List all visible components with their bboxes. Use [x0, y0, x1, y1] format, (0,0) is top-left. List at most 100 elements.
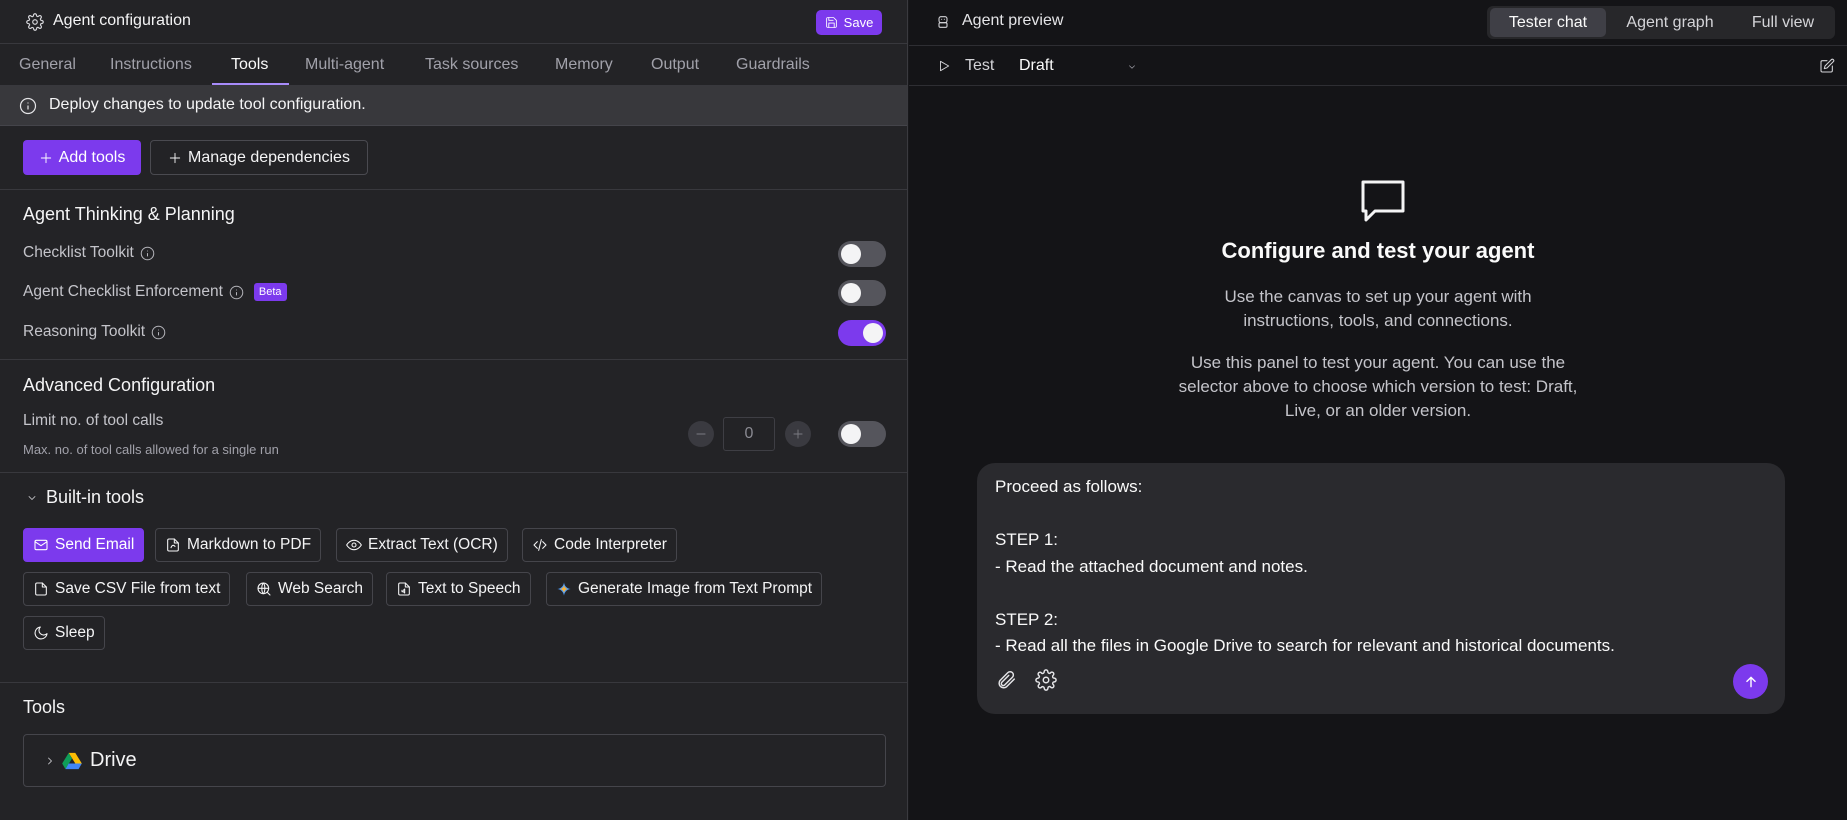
add-tools-button[interactable]: Add tools — [23, 140, 141, 175]
info-icon[interactable] — [229, 285, 244, 300]
tab-guardrails[interactable]: Guardrails — [736, 56, 810, 74]
toggle-knob — [841, 244, 861, 264]
builtin-tools-title: Built-in tools — [46, 487, 145, 507]
banner-text: Deploy changes to update tool configurat… — [49, 96, 366, 113]
reasoning-toolkit-label: Reasoning Toolkit — [23, 323, 146, 340]
code-icon — [532, 537, 548, 553]
tab-tools[interactable]: Tools — [231, 56, 268, 74]
tool-drive[interactable]: Drive — [23, 734, 886, 787]
tab-task-sources[interactable]: Task sources — [425, 56, 518, 74]
chip-label: Web Search — [278, 580, 364, 597]
chip-markdown-to-pdf[interactable]: Markdown to PDF — [155, 528, 322, 562]
divider — [0, 189, 907, 190]
send-button[interactable] — [1733, 664, 1768, 699]
sparkle-icon — [556, 581, 572, 597]
hero-paragraph-1: Use the canvas to set up your agent with… — [1224, 287, 1532, 330]
save-label: Save — [843, 15, 874, 30]
config-header: Agent configuration Save — [0, 0, 907, 44]
save-button[interactable]: Save — [816, 10, 882, 35]
save-icon — [825, 16, 838, 29]
file-pdf-icon — [165, 537, 181, 553]
toggle-knob — [841, 424, 861, 444]
chip-send-email[interactable]: Send Email — [23, 528, 145, 562]
page-title: Agent configuration — [53, 12, 191, 29]
chevron-down-icon — [26, 492, 38, 504]
checklist-enforcement-toggle[interactable] — [838, 280, 886, 306]
tab-general[interactable]: General — [19, 56, 76, 74]
edit-icon[interactable] — [1819, 58, 1835, 74]
chip-label: Send Email — [55, 536, 135, 553]
tool-calls-limit-input[interactable]: 0 — [723, 417, 775, 451]
limit-tool-calls-description: Max. no. of tool calls allowed for a sin… — [23, 442, 279, 457]
chip-label: Code Interpreter — [554, 536, 667, 553]
tools-section-title: Tools — [23, 697, 66, 717]
paperclip-icon[interactable] — [995, 669, 1017, 691]
tab-multi-agent[interactable]: Multi-agent — [305, 56, 384, 74]
view-full-view[interactable]: Full view — [1734, 6, 1832, 39]
tab-output[interactable]: Output — [651, 56, 699, 74]
moon-icon — [33, 625, 49, 641]
google-drive-icon — [62, 752, 82, 770]
chip-label: Text to Speech — [418, 580, 521, 597]
preview-title: Agent preview — [962, 12, 1064, 29]
toggle-knob — [841, 283, 861, 303]
chip-label: Generate Image from Text Prompt — [578, 580, 813, 597]
reasoning-toolkit-row: Reasoning Toolkit — [23, 323, 166, 341]
message-input[interactable]: Proceed as follows: STEP 1: - Read the a… — [995, 474, 1775, 660]
manage-dependencies-button[interactable]: Manage dependencies — [150, 140, 368, 175]
arrow-up-icon — [1744, 675, 1758, 689]
chip-label: Sleep — [55, 624, 95, 641]
chip-code-interpreter[interactable]: Code Interpreter — [522, 528, 677, 562]
add-tools-label: Add tools — [58, 148, 126, 166]
increment-button[interactable] — [785, 421, 811, 447]
play-icon[interactable] — [937, 59, 951, 73]
tab-instructions[interactable]: Instructions — [110, 56, 192, 74]
toggle-knob — [863, 323, 883, 343]
tab-memory[interactable]: Memory — [555, 56, 613, 74]
checklist-toolkit-toggle[interactable] — [838, 241, 886, 267]
chat-bubble-icon — [1359, 178, 1407, 224]
chip-label: Markdown to PDF — [187, 536, 312, 553]
info-icon — [19, 97, 37, 115]
checklist-enforcement-row: Agent Checklist Enforcement Beta — [23, 283, 287, 301]
deploy-banner: Deploy changes to update tool configurat… — [0, 86, 907, 126]
reasoning-toolkit-toggle[interactable] — [838, 320, 886, 346]
agent-configuration-panel: Agent configuration Save General Instruc… — [0, 0, 908, 820]
hero-title: Configure and test your agent — [1221, 238, 1535, 263]
chip-label: Save CSV File from text — [55, 580, 221, 597]
chip-generate-image[interactable]: Generate Image from Text Prompt — [546, 572, 823, 606]
chevron-down-icon[interactable] — [1127, 62, 1137, 72]
limit-tool-calls-toggle[interactable] — [838, 421, 886, 447]
chip-text-to-speech[interactable]: Text to Speech — [386, 572, 531, 606]
builtin-tools-toggle[interactable]: Built-in tools — [26, 487, 144, 508]
decrement-button[interactable] — [688, 421, 714, 447]
chip-extract-text-ocr[interactable]: Extract Text (OCR) — [336, 528, 508, 562]
message-composer[interactable]: Proceed as follows: STEP 1: - Read the a… — [977, 463, 1785, 714]
info-icon[interactable] — [151, 325, 166, 340]
file-audio-icon — [396, 581, 412, 597]
advanced-section-title: Advanced Configuration — [23, 375, 216, 395]
settings-icon[interactable] — [1035, 669, 1057, 691]
chip-web-search[interactable]: Web Search — [246, 572, 374, 606]
view-agent-graph[interactable]: Agent graph — [1611, 6, 1729, 39]
chevron-right-icon — [44, 755, 56, 767]
chip-sleep[interactable]: Sleep — [23, 616, 105, 650]
view-switcher: Tester chat Agent graph Full view — [1487, 6, 1835, 39]
checklist-toolkit-row: Checklist Toolkit — [23, 244, 155, 262]
divider — [0, 682, 907, 683]
checklist-enforcement-label: Agent Checklist Enforcement — [23, 283, 223, 300]
test-bar: Test Draft — [909, 46, 1847, 86]
divider — [0, 359, 907, 360]
chip-save-csv[interactable]: Save CSV File from text — [23, 572, 231, 606]
info-icon[interactable] — [140, 246, 155, 261]
active-tab-indicator — [212, 83, 289, 85]
manage-dependencies-label: Manage dependencies — [188, 148, 350, 166]
hero-paragraph-2: Use this panel to test your agent. You c… — [1178, 353, 1578, 420]
config-tabs: General Instructions Tools Multi-agent T… — [0, 45, 907, 86]
thinking-section-title: Agent Thinking & Planning — [23, 204, 235, 224]
agent-preview-panel: Agent preview Tester chat Agent graph Fu… — [909, 0, 1847, 820]
plus-icon — [39, 151, 53, 165]
view-tester-chat[interactable]: Tester chat — [1490, 8, 1606, 37]
version-select[interactable]: Draft — [1019, 57, 1054, 75]
divider — [0, 472, 907, 473]
